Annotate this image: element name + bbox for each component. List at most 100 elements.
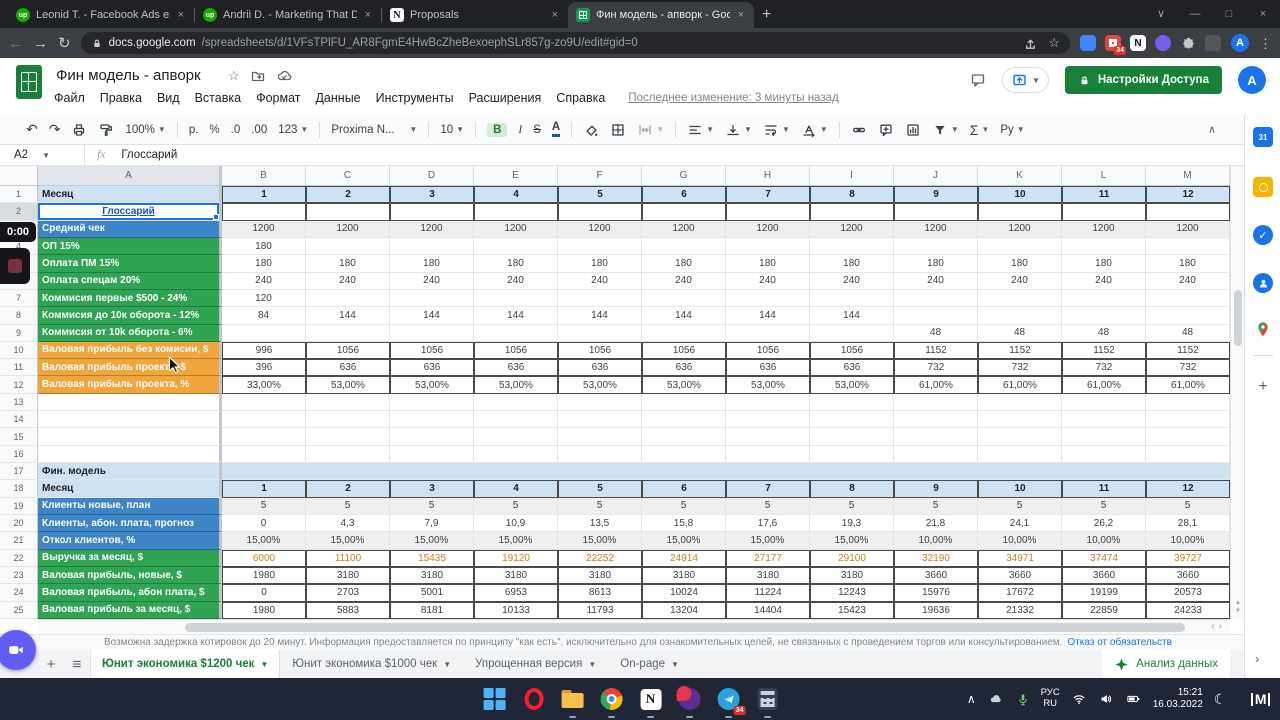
side-panel-chevron-icon[interactable]: › xyxy=(1255,651,1259,666)
cell[interactable] xyxy=(222,203,306,221)
cell[interactable] xyxy=(726,237,810,256)
tab-close-icon[interactable]: × xyxy=(363,9,373,21)
cell[interactable]: 180 xyxy=(810,255,894,273)
zoom-select[interactable]: 100% ▼ xyxy=(125,124,165,136)
start-button[interactable] xyxy=(483,687,507,711)
sheet-tab[interactable]: Упрощенная версия ▼ xyxy=(463,650,608,678)
cell[interactable]: 1 xyxy=(222,186,306,204)
cell[interactable]: 396 xyxy=(222,359,306,377)
row-label-21[interactable]: Откол клиентов, % xyxy=(38,532,222,550)
cell[interactable] xyxy=(390,289,474,308)
cell[interactable]: 1152 xyxy=(1062,341,1146,360)
cell[interactable]: 732 xyxy=(894,359,978,377)
cell[interactable]: 1200 xyxy=(390,220,474,238)
cell[interactable] xyxy=(642,203,726,221)
back-icon[interactable]: ← xyxy=(8,36,23,51)
cell[interactable] xyxy=(306,203,390,221)
cell[interactable] xyxy=(222,324,306,342)
row-header-12[interactable]: 12 xyxy=(0,376,38,394)
cell[interactable]: 21,8 xyxy=(894,514,978,533)
cell[interactable]: 8181 xyxy=(390,601,474,619)
move-folder-icon[interactable] xyxy=(250,68,266,84)
fill-handle[interactable] xyxy=(213,213,219,220)
cell[interactable]: 61,00% xyxy=(894,376,978,394)
share-button[interactable]: Настройки Доступа xyxy=(1064,66,1222,94)
tasks-icon[interactable]: ✓ xyxy=(1253,225,1273,245)
cell[interactable] xyxy=(390,393,474,412)
cell[interactable]: 5 xyxy=(894,497,978,515)
cell[interactable]: 5 xyxy=(390,497,474,515)
text-wrap-icon[interactable]: ▼ xyxy=(763,122,790,138)
cell[interactable]: 12 xyxy=(1146,186,1230,204)
cell[interactable]: 5 xyxy=(1062,497,1146,515)
cell[interactable]: 6000 xyxy=(222,549,306,567)
cell[interactable]: 53,00% xyxy=(306,376,390,394)
cell[interactable]: 144 xyxy=(810,307,894,325)
menu-Файл[interactable]: Файл xyxy=(54,91,85,105)
horizontal-scrollbar[interactable]: ‹› xyxy=(38,619,1230,634)
menu-Правка[interactable]: Правка xyxy=(100,91,142,105)
cell[interactable]: 29100 xyxy=(810,549,894,567)
cell[interactable] xyxy=(894,237,978,256)
cell[interactable] xyxy=(894,307,978,325)
row-header-21[interactable]: 21 xyxy=(0,532,38,550)
print-icon[interactable] xyxy=(71,122,87,138)
cell[interactable]: 1200 xyxy=(726,220,810,238)
cell[interactable]: 9 xyxy=(894,186,978,204)
menu-Данные[interactable]: Данные xyxy=(315,91,360,105)
cell[interactable] xyxy=(474,237,558,256)
cell[interactable] xyxy=(726,203,810,221)
cell[interactable]: 2 xyxy=(306,480,390,498)
cell[interactable]: 732 xyxy=(1146,359,1230,377)
bold-button[interactable]: B xyxy=(487,122,508,137)
browser-tab[interactable]: Фин модель - апворк - Google × xyxy=(568,2,754,28)
browser-tab[interactable]: up Leonid T. - Facebook Ads expert × xyxy=(8,2,194,28)
row-label-23[interactable]: Валовая прибыль, новые, $ xyxy=(38,566,222,585)
cell[interactable]: 3660 xyxy=(1146,566,1230,585)
cell[interactable] xyxy=(726,324,810,342)
redo-icon[interactable]: ↷ xyxy=(49,121,61,138)
row-label-6[interactable]: Оплата спецам 20% xyxy=(38,272,222,290)
cell[interactable] xyxy=(1062,445,1146,463)
cell[interactable]: 13204 xyxy=(642,601,726,619)
cell[interactable] xyxy=(222,445,306,463)
new-tab-button[interactable]: + xyxy=(762,6,771,24)
column-header-L[interactable]: L xyxy=(1062,166,1146,185)
cell[interactable] xyxy=(978,307,1062,325)
cell[interactable]: 10,00% xyxy=(978,532,1062,550)
sheet-tab-caret-icon[interactable]: ▼ xyxy=(671,660,679,669)
row-header-10[interactable]: 10 xyxy=(0,341,38,360)
focus-assist-moon-icon[interactable]: ☾ xyxy=(1214,691,1227,708)
increase-decimal-button[interactable]: .00 xyxy=(251,124,267,136)
cell[interactable]: 17672 xyxy=(978,584,1062,602)
cell[interactable] xyxy=(390,428,474,446)
cell[interactable]: 8 xyxy=(810,186,894,204)
cell[interactable]: 2 xyxy=(306,186,390,204)
cell[interactable]: 1980 xyxy=(222,601,306,619)
cell[interactable]: 21332 xyxy=(978,601,1062,619)
cell[interactable]: 13,5 xyxy=(558,514,642,533)
cell[interactable]: 48 xyxy=(1062,324,1146,342)
add-sheet-button[interactable]: + xyxy=(38,656,64,673)
cell[interactable]: 1056 xyxy=(810,341,894,360)
filter-icon[interactable]: ▼ xyxy=(932,122,959,138)
row-header-23[interactable]: 23 xyxy=(0,566,38,585)
cell[interactable]: 3180 xyxy=(558,566,642,585)
insert-chart-icon[interactable] xyxy=(905,122,921,138)
row-header-8[interactable]: 8 xyxy=(0,307,38,325)
cell[interactable]: 12 xyxy=(1146,480,1230,498)
cell[interactable] xyxy=(306,324,390,342)
cell[interactable]: 61,00% xyxy=(1062,376,1146,394)
cell[interactable]: 180 xyxy=(1062,255,1146,273)
text-rotate-icon[interactable]: ▼ xyxy=(801,122,828,138)
cell[interactable]: 3660 xyxy=(978,566,1062,585)
cell[interactable] xyxy=(474,393,558,412)
cell[interactable] xyxy=(978,445,1062,463)
cell[interactable]: 3180 xyxy=(474,566,558,585)
insert-link-icon[interactable] xyxy=(851,122,867,138)
cell[interactable]: 7 xyxy=(726,480,810,498)
cell[interactable] xyxy=(810,411,894,429)
telegram-icon[interactable]: 34 xyxy=(717,687,746,718)
tab-close-icon[interactable]: × xyxy=(176,9,186,21)
column-header-B[interactable]: B xyxy=(222,166,306,185)
